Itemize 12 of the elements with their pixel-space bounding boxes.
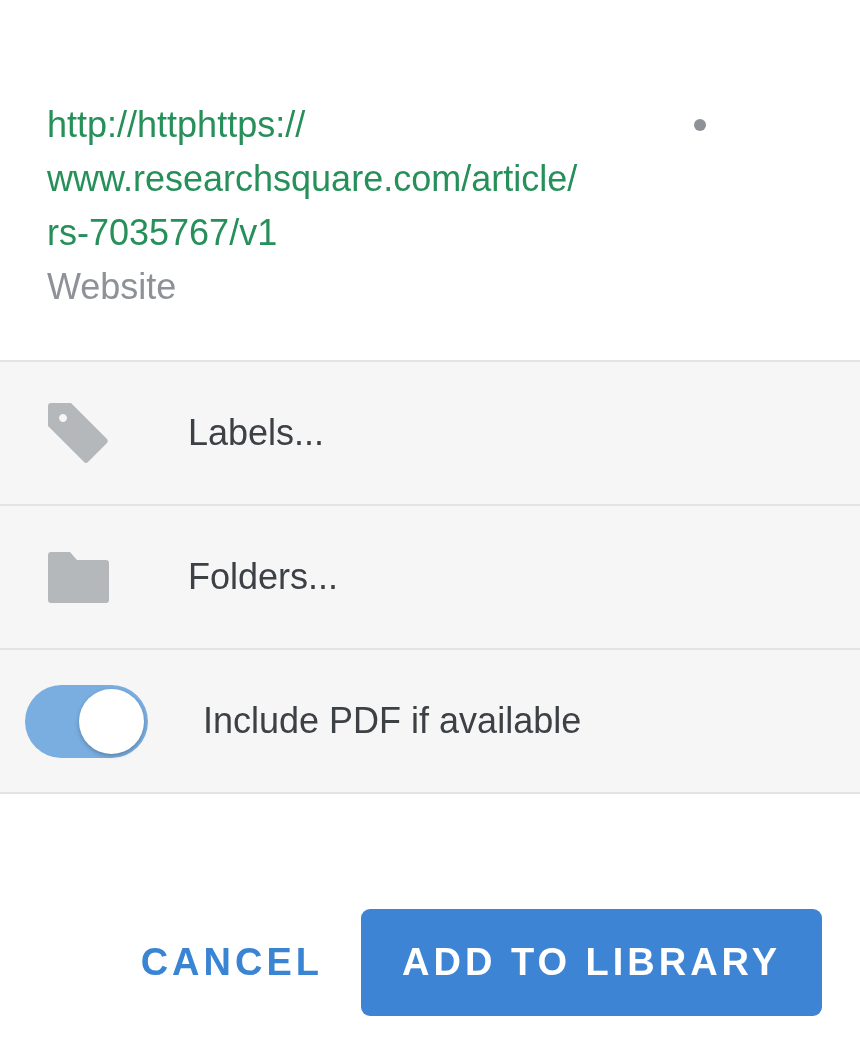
labels-row[interactable]: Labels...: [0, 362, 860, 506]
item-type: Website: [47, 265, 178, 309]
include-pdf-label: Include PDF if available: [203, 699, 582, 743]
add-to-library-button[interactable]: ADD TO LIBRARY: [361, 909, 822, 1016]
labels-label: Labels...: [188, 411, 325, 455]
cancel-button[interactable]: CANCEL: [122, 909, 341, 1016]
folders-row[interactable]: Folders...: [0, 506, 860, 650]
dot-icon: [694, 119, 706, 131]
tag-icon: [48, 402, 109, 464]
item-url: http://httphttps://www.researchsquare.com/article/rs-7035767/v1: [47, 103, 579, 255]
folders-label: Folders...: [188, 555, 339, 599]
folder-icon: [48, 551, 109, 603]
